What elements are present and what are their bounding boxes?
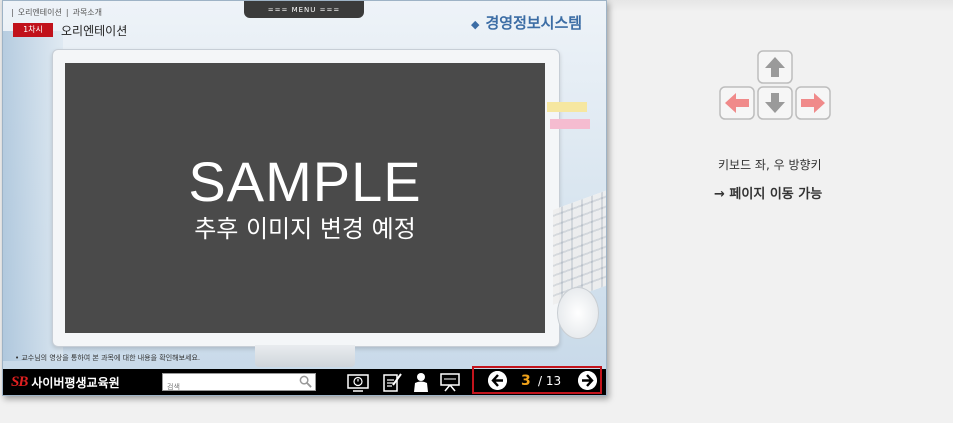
down-arrow-key	[757, 86, 793, 120]
breadcrumb-item-orientation[interactable]: 오리엔테이션	[18, 8, 62, 17]
mouse-image	[557, 287, 599, 339]
menu-button[interactable]: === MENU ===	[244, 1, 364, 18]
keyboard-hint: 키보드 좌, 우 방향키	[718, 158, 822, 172]
up-arrow-key	[757, 50, 793, 84]
current-page: 3	[521, 373, 531, 389]
lesson-badge: 1차시	[13, 23, 53, 37]
page-navigator: 3 / 13	[472, 366, 602, 394]
sticky-note-yellow	[547, 102, 587, 112]
presentation-icon[interactable]	[439, 372, 461, 392]
logo-text: 사이버평생교육원	[31, 375, 120, 390]
search-icon[interactable]	[299, 375, 312, 388]
left-arrow-key	[719, 86, 755, 120]
diamond-icon: ◆	[471, 18, 480, 31]
person-icon[interactable]	[410, 372, 432, 392]
breadcrumb-item-course-intro[interactable]: 과목소개	[73, 8, 102, 17]
search-input[interactable]	[163, 380, 293, 395]
arrow-keys-diagram	[719, 50, 831, 120]
course-title-text: 경영정보시스템	[485, 14, 583, 32]
prev-page-button[interactable]	[488, 371, 507, 390]
note-icon[interactable]	[381, 372, 403, 392]
course-player-window: === MENU === | 오리엔테이션 | 과목소개 1차시 오리엔테이션 ◆ 경영…	[2, 0, 607, 396]
logo: SB 사이버평생교육원	[11, 373, 120, 391]
total-pages: / 13	[538, 374, 562, 388]
logo-mark: SB	[11, 373, 28, 390]
sticky-note-pink	[550, 119, 590, 129]
monitor-stand	[255, 345, 355, 367]
search-box	[162, 373, 316, 395]
monitor-icon[interactable]	[347, 372, 369, 392]
lesson-title: 오리엔테이션	[61, 24, 128, 38]
sample-subtext: 추후 이미지 변경 예정	[194, 215, 416, 243]
breadcrumb: | 오리엔테이션 | 과목소개	[11, 8, 103, 17]
lesson-note: • 교수님의 영상을 통하여 본 과목에 대한 내용을 확인해보세요.	[15, 354, 201, 362]
right-arrow-key	[795, 86, 831, 120]
course-title: ◆ 경영정보시스템	[471, 12, 582, 33]
page-move-hint: → 페이지 이동 가능	[714, 187, 823, 202]
next-page-button[interactable]	[578, 371, 597, 390]
video-screen[interactable]: SAMPLE 추후 이미지 변경 예정	[65, 63, 545, 333]
sample-text: SAMPLE	[188, 150, 422, 213]
